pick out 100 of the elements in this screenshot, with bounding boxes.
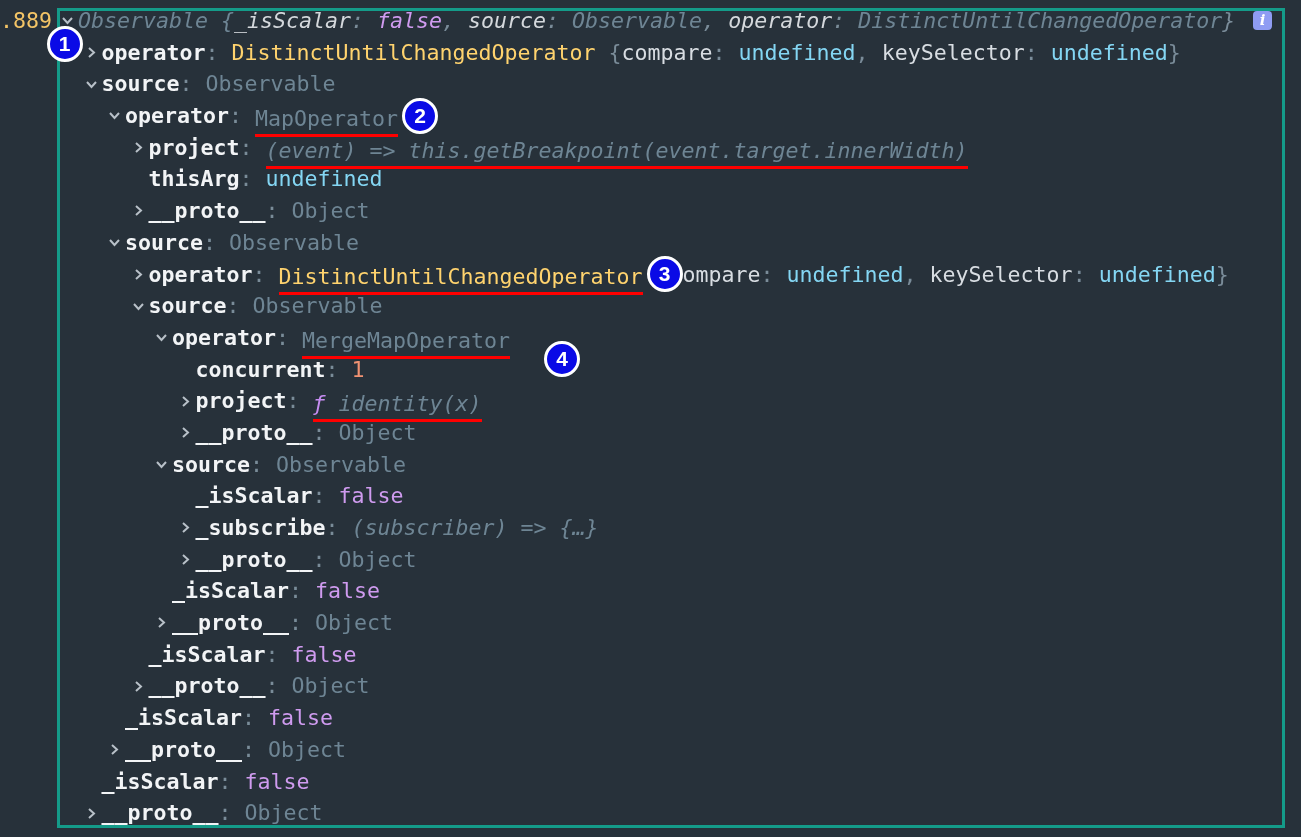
value-text: false <box>315 577 381 606</box>
punctuation: : <box>265 197 280 226</box>
punctuation: : <box>252 260 267 289</box>
type-name: MapOperator <box>255 106 399 137</box>
property-key: operator <box>148 258 253 291</box>
punctuation: : <box>351 7 366 35</box>
info-icon[interactable]: i <box>1253 11 1272 31</box>
property-key: _isScalar <box>148 638 266 671</box>
type-name: Observable <box>229 228 360 257</box>
function-text: identity(x) <box>325 392 482 423</box>
property-key: operator <box>172 321 276 354</box>
property-key: compare <box>621 36 713 69</box>
type-name: MergeMapOperator <box>302 328 511 359</box>
value-text: false <box>244 767 310 796</box>
value-text: undefined <box>786 260 904 289</box>
function-text: (event) => this.getBreakpoint(event.target.innerWidth) <box>265 138 968 169</box>
property-key: source <box>101 68 180 101</box>
chevron-down-icon[interactable] <box>156 332 167 344</box>
function-sign: ƒ <box>312 392 326 423</box>
number-badge: 2 <box>402 97 439 134</box>
punctuation: : <box>265 672 280 701</box>
function-text: (subscriber) => {…} <box>351 514 599 542</box>
property-key: __proto__ <box>195 543 313 576</box>
punctuation: , <box>855 38 870 67</box>
property-key: __proto__ <box>172 607 289 639</box>
punctuation: : <box>250 450 265 479</box>
value-text: undefined <box>1098 260 1216 289</box>
type-name: Object <box>315 609 394 638</box>
type-name: Object <box>338 545 417 574</box>
property-key: source <box>125 226 203 259</box>
type-name: Observable <box>572 7 703 35</box>
property-key: operator <box>101 36 206 69</box>
chevron-down-icon[interactable] <box>109 110 120 122</box>
punctuation: , <box>903 260 918 289</box>
property-key: _subscribe <box>195 512 326 544</box>
property-key: __proto__ <box>125 733 242 766</box>
punctuation: : <box>1024 38 1039 67</box>
punctuation: : <box>242 735 257 764</box>
punctuation: , <box>702 7 717 35</box>
chevron-right-icon[interactable] <box>156 617 167 629</box>
punctuation: : <box>242 704 257 733</box>
punctuation: : <box>179 70 194 99</box>
punctuation: : <box>239 165 254 194</box>
punctuation: : <box>276 323 291 352</box>
punctuation: : <box>218 767 233 796</box>
punctuation: : <box>205 38 220 67</box>
value-text: false <box>377 7 443 35</box>
property-key: thisArg <box>148 163 240 196</box>
punctuation: , <box>442 7 457 35</box>
punctuation: : <box>289 609 304 638</box>
property-key: __proto__ <box>148 195 266 227</box>
value-text: undefined <box>1050 38 1168 67</box>
punctuation: : <box>312 545 327 574</box>
punctuation: : <box>760 260 775 289</box>
punctuation: : <box>265 640 280 669</box>
punctuation: : <box>546 7 561 35</box>
punctuation: : <box>312 482 327 511</box>
number-badge: 3 <box>646 256 683 293</box>
property-key: project <box>148 131 240 164</box>
property-key: source <box>148 290 227 322</box>
chevron-right-icon[interactable] <box>109 744 120 756</box>
type-name: DistinctUntilChangedOperator <box>858 7 1223 35</box>
type-name: Observable <box>205 70 336 99</box>
property-key: _isScalar <box>101 765 219 798</box>
property-key: keySelector <box>929 258 1073 291</box>
property-key: _isScalar <box>195 480 313 512</box>
punctuation: : <box>712 38 727 67</box>
property-key: _isScalar <box>172 575 289 608</box>
chevron-down-icon[interactable] <box>62 15 73 27</box>
punctuation: : <box>286 387 301 416</box>
property-key: __proto__ <box>195 416 313 449</box>
property-key: operator <box>125 100 229 132</box>
type-name: Object <box>291 197 370 226</box>
type-name: Object <box>291 672 370 701</box>
property-key: ompare <box>682 258 761 291</box>
punctuation: } <box>1215 260 1229 289</box>
property-key: _isScalar <box>125 702 242 734</box>
preview-key: source <box>468 5 547 37</box>
punctuation: : <box>1072 260 1087 289</box>
punctuation: : <box>218 799 233 828</box>
punctuation: : <box>325 514 340 542</box>
value-text: false <box>291 640 357 669</box>
punctuation: : <box>832 7 847 35</box>
type-name: Object <box>268 735 347 764</box>
number-badge: 4 <box>544 340 581 377</box>
punctuation: { <box>607 38 622 67</box>
property-key: __proto__ <box>101 797 219 829</box>
punctuation: } <box>1167 38 1181 67</box>
chevron-down-icon[interactable] <box>109 237 120 249</box>
preview-key: _isScalar <box>234 5 352 37</box>
value-text: false <box>268 704 334 733</box>
value-text: false <box>338 482 404 511</box>
punctuation: : <box>289 577 304 606</box>
property-key: __proto__ <box>148 670 266 703</box>
property-key: source <box>172 448 250 481</box>
type-name: Object <box>244 799 323 828</box>
punctuation: : <box>203 228 218 257</box>
property-key: project <box>195 385 287 417</box>
punctuation: : <box>229 102 244 131</box>
value-text: undefined <box>738 38 856 67</box>
